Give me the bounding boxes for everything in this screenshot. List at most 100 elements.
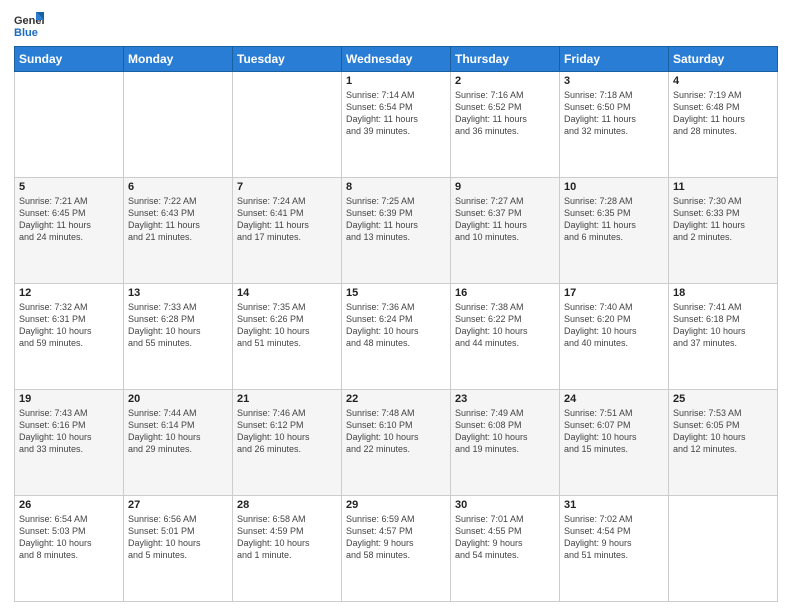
day-info: Sunrise: 6:54 AM Sunset: 5:03 PM Dayligh… — [19, 513, 119, 562]
calendar-cell: 18 Sunrise: 7:41 AM Sunset: 6:18 PM Dayli… — [669, 284, 778, 390]
day-info: Sunrise: 7:25 AM Sunset: 6:39 PM Dayligh… — [346, 195, 446, 244]
day-info: Sunrise: 7:16 AM Sunset: 6:52 PM Dayligh… — [455, 89, 555, 138]
day-info: Sunrise: 7:24 AM Sunset: 6:41 PM Dayligh… — [237, 195, 337, 244]
calendar-cell: 30Sunrise: 7:01 AM Sunset: 4:55 PM Dayli… — [451, 496, 560, 602]
day-number: 9 — [455, 181, 555, 193]
day-info: Sunrise: 7:14 AM Sunset: 6:54 PM Dayligh… — [346, 89, 446, 138]
day-info: Sunrise: 7:30 AM Sunset: 6:33 PM Dayligh… — [673, 195, 773, 244]
calendar-cell: 21 Sunrise: 7:46 AM Sunset: 6:12 PM Dayli… — [233, 390, 342, 496]
header: General Blue — [14, 10, 778, 40]
day-number: 21 — [237, 393, 337, 405]
weekday-header-cell: Monday — [124, 47, 233, 72]
calendar-cell: 9 Sunrise: 7:27 AM Sunset: 6:37 PM Daylig… — [451, 178, 560, 284]
day-number: 4 — [673, 75, 773, 87]
day-info: Sunrise: 6:58 AM Sunset: 4:59 PM Dayligh… — [237, 513, 337, 562]
calendar-cell: 7 Sunrise: 7:24 AM Sunset: 6:41 PM Daylig… — [233, 178, 342, 284]
day-number: 31 — [564, 499, 664, 511]
calendar-cell — [233, 72, 342, 178]
day-number: 3 — [564, 75, 664, 87]
calendar-cell: 15 Sunrise: 7:36 AM Sunset: 6:24 PM Dayli… — [342, 284, 451, 390]
day-number: 13 — [128, 287, 228, 299]
logo: General Blue — [14, 10, 44, 40]
day-number: 10 — [564, 181, 664, 193]
day-number: 17 — [564, 287, 664, 299]
day-info: Sunrise: 7:43 AM Sunset: 6:16 PM Dayligh… — [19, 407, 119, 456]
day-info: Sunrise: 7:40 AM Sunset: 6:20 PM Dayligh… — [564, 301, 664, 350]
day-info: Sunrise: 6:59 AM Sunset: 4:57 PM Dayligh… — [346, 513, 446, 562]
weekday-header-cell: Sunday — [15, 47, 124, 72]
calendar-page: General Blue SundayMondayTuesdayWednesda… — [0, 0, 792, 612]
calendar-cell: 5Sunrise: 7:21 AM Sunset: 6:45 PM Daylig… — [15, 178, 124, 284]
day-info: Sunrise: 7:44 AM Sunset: 6:14 PM Dayligh… — [128, 407, 228, 456]
svg-text:Blue: Blue — [14, 27, 38, 39]
day-number: 5 — [19, 181, 119, 193]
calendar-week-row: 5Sunrise: 7:21 AM Sunset: 6:45 PM Daylig… — [15, 178, 778, 284]
calendar-week-row: 12Sunrise: 7:32 AM Sunset: 6:31 PM Dayli… — [15, 284, 778, 390]
calendar-body: 1 Sunrise: 7:14 AM Sunset: 6:54 PM Daylig… — [15, 72, 778, 602]
day-info: Sunrise: 7:49 AM Sunset: 6:08 PM Dayligh… — [455, 407, 555, 456]
day-info: Sunrise: 7:41 AM Sunset: 6:18 PM Dayligh… — [673, 301, 773, 350]
weekday-header-cell: Thursday — [451, 47, 560, 72]
day-info: Sunrise: 7:27 AM Sunset: 6:37 PM Dayligh… — [455, 195, 555, 244]
day-info: Sunrise: 7:01 AM Sunset: 4:55 PM Dayligh… — [455, 513, 555, 562]
day-number: 29 — [346, 499, 446, 511]
calendar-cell: 26 Sunrise: 6:54 AM Sunset: 5:03 PM Dayli… — [15, 496, 124, 602]
day-number: 12 — [19, 287, 119, 299]
weekday-header-row: SundayMondayTuesdayWednesdayThursdayFrid… — [15, 47, 778, 72]
calendar-cell: 27 Sunrise: 6:56 AM Sunset: 5:01 PM Dayli… — [124, 496, 233, 602]
calendar-cell: 16 Sunrise: 7:38 AM Sunset: 6:22 PM Dayli… — [451, 284, 560, 390]
day-number: 15 — [346, 287, 446, 299]
day-number: 14 — [237, 287, 337, 299]
day-info: Sunrise: 7:22 AM Sunset: 6:43 PM Dayligh… — [128, 195, 228, 244]
day-info: Sunrise: 7:28 AM Sunset: 6:35 PM Dayligh… — [564, 195, 664, 244]
day-info: Sunrise: 7:48 AM Sunset: 6:10 PM Dayligh… — [346, 407, 446, 456]
calendar-cell: 20 Sunrise: 7:44 AM Sunset: 6:14 PM Dayli… — [124, 390, 233, 496]
calendar-cell: 14 Sunrise: 7:35 AM Sunset: 6:26 PM Dayli… — [233, 284, 342, 390]
day-info: Sunrise: 7:36 AM Sunset: 6:24 PM Dayligh… — [346, 301, 446, 350]
day-info: Sunrise: 7:38 AM Sunset: 6:22 PM Dayligh… — [455, 301, 555, 350]
calendar-cell — [124, 72, 233, 178]
calendar-cell: 1 Sunrise: 7:14 AM Sunset: 6:54 PM Daylig… — [342, 72, 451, 178]
calendar-cell: 25Sunrise: 7:53 AM Sunset: 6:05 PM Dayli… — [669, 390, 778, 496]
calendar-cell: 3 Sunrise: 7:18 AM Sunset: 6:50 PM Daylig… — [560, 72, 669, 178]
calendar-cell — [15, 72, 124, 178]
calendar-cell: 4Sunrise: 7:19 AM Sunset: 6:48 PM Daylig… — [669, 72, 778, 178]
calendar-table: SundayMondayTuesdayWednesdayThursdayFrid… — [14, 46, 778, 602]
weekday-header-cell: Tuesday — [233, 47, 342, 72]
day-info: Sunrise: 7:51 AM Sunset: 6:07 PM Dayligh… — [564, 407, 664, 456]
day-number: 28 — [237, 499, 337, 511]
day-number: 18 — [673, 287, 773, 299]
calendar-cell: 29 Sunrise: 6:59 AM Sunset: 4:57 PM Dayli… — [342, 496, 451, 602]
day-number: 26 — [19, 499, 119, 511]
calendar-cell — [669, 496, 778, 602]
calendar-cell: 31Sunrise: 7:02 AM Sunset: 4:54 PM Dayli… — [560, 496, 669, 602]
day-info: Sunrise: 7:35 AM Sunset: 6:26 PM Dayligh… — [237, 301, 337, 350]
calendar-cell: 22Sunrise: 7:48 AM Sunset: 6:10 PM Dayli… — [342, 390, 451, 496]
calendar-cell: 2 Sunrise: 7:16 AM Sunset: 6:52 PM Daylig… — [451, 72, 560, 178]
day-info: Sunrise: 7:46 AM Sunset: 6:12 PM Dayligh… — [237, 407, 337, 456]
day-number: 23 — [455, 393, 555, 405]
calendar-cell: 8 Sunrise: 7:25 AM Sunset: 6:39 PM Daylig… — [342, 178, 451, 284]
calendar-cell: 19 Sunrise: 7:43 AM Sunset: 6:16 PM Dayli… — [15, 390, 124, 496]
calendar-cell: 11Sunrise: 7:30 AM Sunset: 6:33 PM Dayli… — [669, 178, 778, 284]
calendar-cell: 6Sunrise: 7:22 AM Sunset: 6:43 PM Daylig… — [124, 178, 233, 284]
calendar-week-row: 1 Sunrise: 7:14 AM Sunset: 6:54 PM Daylig… — [15, 72, 778, 178]
day-number: 24 — [564, 393, 664, 405]
day-number: 27 — [128, 499, 228, 511]
weekday-header-cell: Wednesday — [342, 47, 451, 72]
calendar-week-row: 19 Sunrise: 7:43 AM Sunset: 6:16 PM Dayli… — [15, 390, 778, 496]
calendar-cell: 23 Sunrise: 7:49 AM Sunset: 6:08 PM Dayli… — [451, 390, 560, 496]
day-number: 20 — [128, 393, 228, 405]
day-number: 19 — [19, 393, 119, 405]
calendar-cell: 17 Sunrise: 7:40 AM Sunset: 6:20 PM Dayli… — [560, 284, 669, 390]
day-info: Sunrise: 6:56 AM Sunset: 5:01 PM Dayligh… — [128, 513, 228, 562]
day-number: 2 — [455, 75, 555, 87]
day-info: Sunrise: 7:18 AM Sunset: 6:50 PM Dayligh… — [564, 89, 664, 138]
calendar-week-row: 26 Sunrise: 6:54 AM Sunset: 5:03 PM Dayli… — [15, 496, 778, 602]
day-number: 8 — [346, 181, 446, 193]
calendar-cell: 24 Sunrise: 7:51 AM Sunset: 6:07 PM Dayli… — [560, 390, 669, 496]
day-number: 1 — [346, 75, 446, 87]
day-number: 16 — [455, 287, 555, 299]
day-number: 7 — [237, 181, 337, 193]
calendar-cell: 28 Sunrise: 6:58 AM Sunset: 4:59 PM Dayli… — [233, 496, 342, 602]
